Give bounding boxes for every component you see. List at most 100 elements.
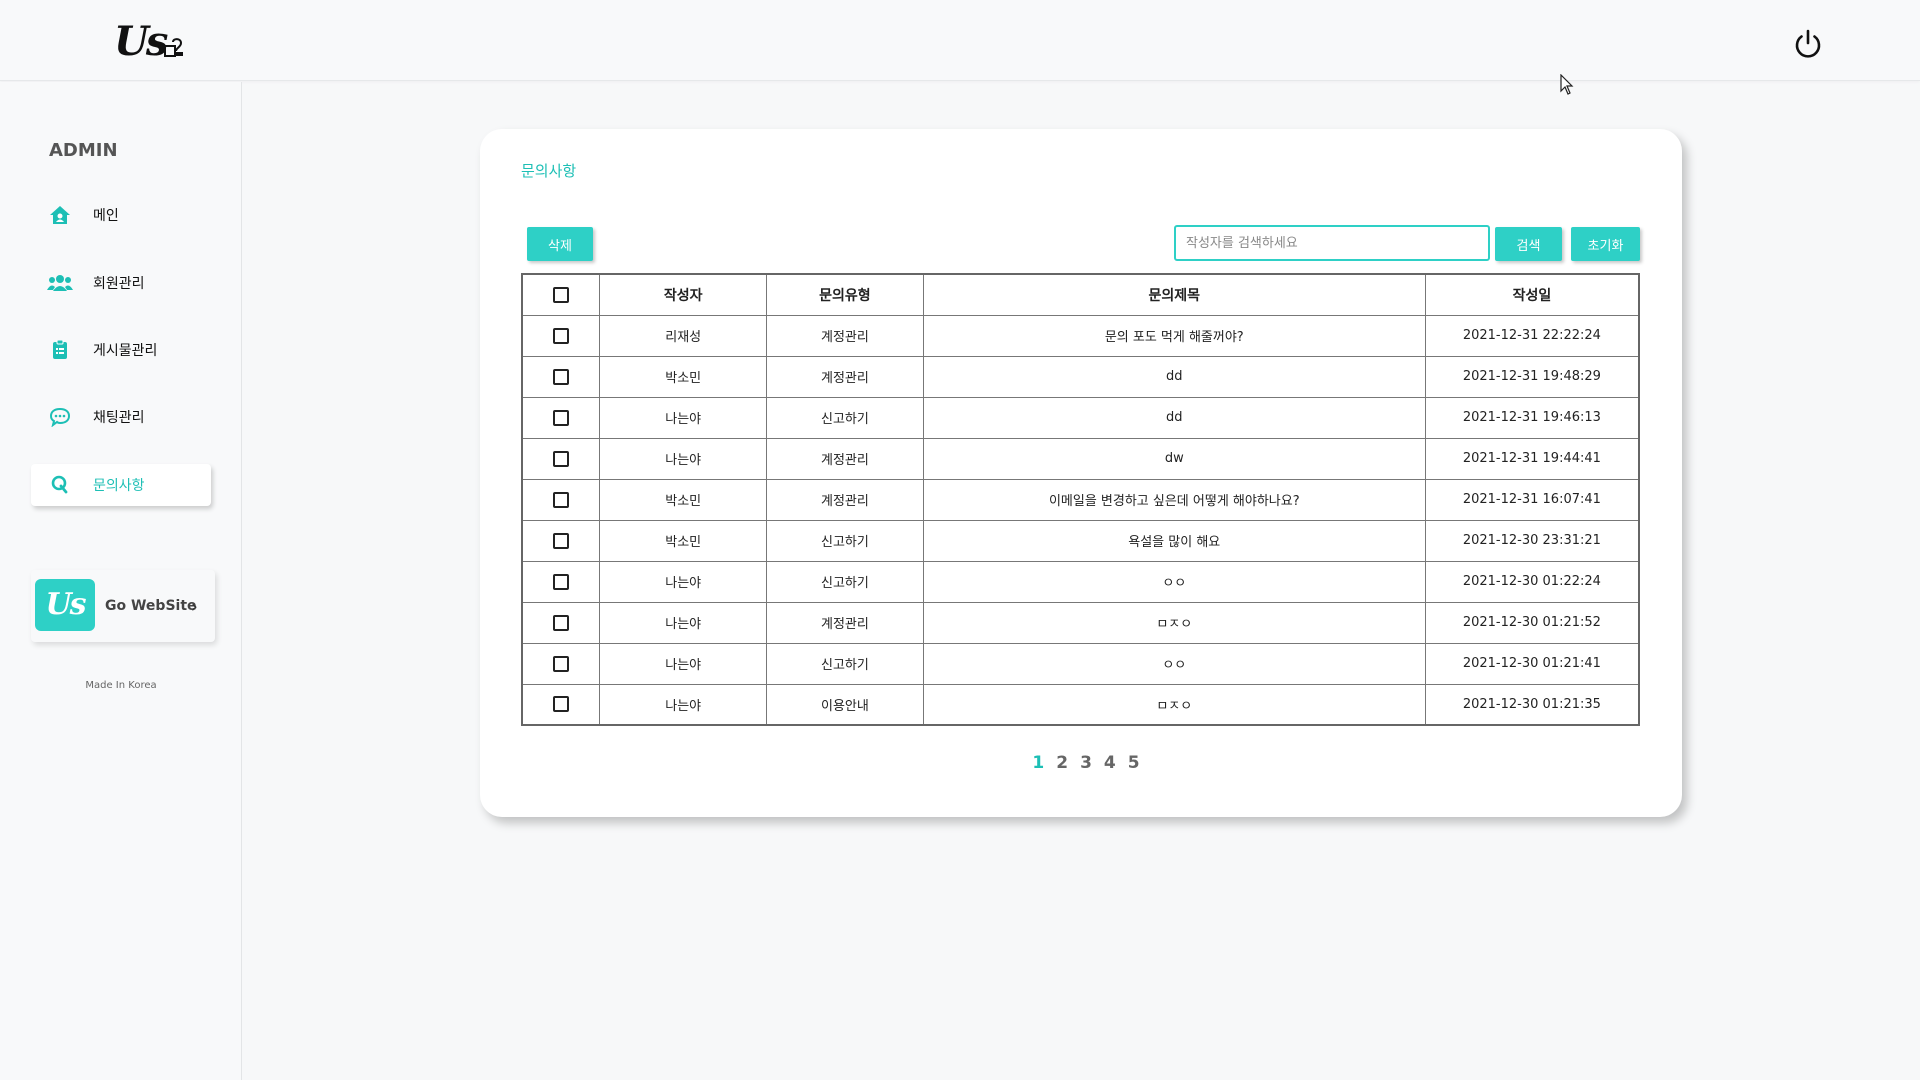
cell-date: 2021-12-31 19:46:13 xyxy=(1424,396,1640,439)
logo[interactable]: Us xyxy=(114,18,168,66)
sidebar-item-members[interactable]: 회원관리 xyxy=(31,262,211,304)
mouse-cursor-icon xyxy=(1560,74,1574,95)
cell-type: 신고하기 xyxy=(766,519,924,562)
table-row[interactable]: 박소민 계정관리 dd 2021-12-31 19:48:29 xyxy=(521,355,1640,398)
cell-date: 2021-12-30 01:22:24 xyxy=(1424,560,1640,603)
cell-title[interactable]: ㅇㅇ xyxy=(922,560,1426,603)
cell-title[interactable]: 욕설을 많이 해요 xyxy=(922,519,1426,562)
row-checkbox[interactable] xyxy=(553,368,570,385)
row-checkbox[interactable] xyxy=(553,573,570,590)
cell-author: 박소민 xyxy=(599,519,768,562)
cell-type: 신고하기 xyxy=(766,396,924,439)
q-icon xyxy=(47,474,73,496)
home-icon xyxy=(47,204,73,226)
sidebar-item-label: 채팅관리 xyxy=(93,410,145,426)
sidebar-title: ADMIN xyxy=(49,140,118,161)
table-row[interactable]: 나는야 신고하기 ㅇㅇ 2021-12-30 01:22:24 xyxy=(521,560,1640,603)
cell-type: 계정관리 xyxy=(766,601,924,644)
table-row[interactable]: 나는야 이용안내 ㅁㅈㅇ 2021-12-30 01:21:35 xyxy=(521,683,1640,726)
sidebar-item-inquiry[interactable]: 문의사항 xyxy=(31,464,211,506)
top-header: Us xyxy=(0,0,1920,81)
cell-author: 나는야 xyxy=(599,642,768,685)
table-row[interactable]: 리재성 계정관리 문의 포도 먹게 해줄꺼야? 2021-12-31 22:22… xyxy=(521,314,1640,357)
sidebar-item-label: 게시물관리 xyxy=(93,343,158,359)
row-checkbox[interactable] xyxy=(553,696,570,713)
row-checkbox[interactable] xyxy=(553,614,570,631)
sidebar-item-main[interactable]: 메인 xyxy=(31,194,211,236)
search-input[interactable] xyxy=(1174,225,1490,261)
go-website-logo: Us xyxy=(35,579,95,631)
table-row[interactable]: 나는야 계정관리 dw 2021-12-31 19:44:41 xyxy=(521,437,1640,480)
cell-author: 나는야 xyxy=(599,601,768,644)
page-link-4[interactable]: 4 xyxy=(1104,753,1116,773)
cell-author: 나는야 xyxy=(599,683,768,726)
column-header-type: 문의유형 xyxy=(766,273,924,316)
page-link-5[interactable]: 5 xyxy=(1128,753,1140,773)
cell-author: 나는야 xyxy=(599,396,768,439)
inquiry-card: 문의사항 삭제 검색 초기화 작성자 문의유형 문의제목 작성일 리재성 계정관… xyxy=(480,129,1682,817)
sidebar-item-label: 메인 xyxy=(93,208,119,224)
select-all-checkbox[interactable] xyxy=(553,286,570,303)
cell-date: 2021-12-31 19:44:41 xyxy=(1424,437,1640,480)
table-row[interactable]: 박소민 계정관리 이메일을 변경하고 싶은데 어떻게 해야하나요? 2021-1… xyxy=(521,478,1640,521)
cell-type: 신고하기 xyxy=(766,560,924,603)
go-website-button[interactable]: Us Go WebSite › xyxy=(31,570,215,642)
cell-type: 신고하기 xyxy=(766,642,924,685)
cell-title[interactable]: ㅇㅇ xyxy=(922,642,1426,685)
pagination: 1 2 3 4 5 xyxy=(480,753,1682,773)
row-checkbox[interactable] xyxy=(553,491,570,508)
chat-icon xyxy=(47,406,73,428)
cell-author: 박소민 xyxy=(599,478,768,521)
cell-title[interactable]: ㅁㅈㅇ xyxy=(922,601,1426,644)
page-link-3[interactable]: 3 xyxy=(1080,753,1092,773)
cell-title[interactable]: dw xyxy=(922,437,1426,480)
table-row[interactable]: 나는야 계정관리 ㅁㅈㅇ 2021-12-30 01:21:52 xyxy=(521,601,1640,644)
chevron-right-icon: › xyxy=(191,597,198,616)
table-row[interactable]: 나는야 신고하기 dd 2021-12-31 19:46:13 xyxy=(521,396,1640,439)
cell-date: 2021-12-30 01:21:35 xyxy=(1424,683,1640,726)
cell-title[interactable]: dd xyxy=(922,355,1426,398)
column-header-author: 작성자 xyxy=(599,273,768,316)
sidebar-item-label: 문의사항 xyxy=(93,478,145,494)
cell-date: 2021-12-30 23:31:21 xyxy=(1424,519,1640,562)
cell-date: 2021-12-30 01:21:52 xyxy=(1424,601,1640,644)
cell-type: 이용안내 xyxy=(766,683,924,726)
sidebar-item-chat[interactable]: 채팅관리 xyxy=(31,396,211,438)
sidebar-item-label: 회원관리 xyxy=(93,276,145,292)
row-checkbox[interactable] xyxy=(553,532,570,549)
sidebar-item-posts[interactable]: 게시물관리 xyxy=(31,329,211,371)
users-icon xyxy=(47,272,73,294)
column-header-date: 작성일 xyxy=(1424,273,1640,316)
cell-author: 박소민 xyxy=(599,355,768,398)
logo-mark-icon xyxy=(164,38,183,57)
search-button[interactable]: 검색 xyxy=(1495,227,1562,261)
cell-title[interactable]: dd xyxy=(922,396,1426,439)
page-link-1[interactable]: 1 xyxy=(1032,753,1044,773)
clipboard-icon xyxy=(47,339,73,361)
reset-button[interactable]: 초기화 xyxy=(1571,227,1640,261)
cell-type: 계정관리 xyxy=(766,355,924,398)
cell-author: 나는야 xyxy=(599,437,768,480)
cell-date: 2021-12-31 22:22:24 xyxy=(1424,314,1640,357)
table-row[interactable]: 나는야 신고하기 ㅇㅇ 2021-12-30 01:21:41 xyxy=(521,642,1640,685)
table-row[interactable]: 박소민 신고하기 욕설을 많이 해요 2021-12-30 23:31:21 xyxy=(521,519,1640,562)
row-checkbox[interactable] xyxy=(553,450,570,467)
cell-title[interactable]: 이메일을 변경하고 싶은데 어떻게 해야하나요? xyxy=(922,478,1426,521)
cell-date: 2021-12-31 16:07:41 xyxy=(1424,478,1640,521)
inquiry-table: 작성자 문의유형 문의제목 작성일 리재성 계정관리 문의 포도 먹게 해줄꺼야… xyxy=(521,273,1640,726)
cell-type: 계정관리 xyxy=(766,437,924,480)
made-in-korea-text: Made In Korea xyxy=(85,680,157,691)
row-checkbox[interactable] xyxy=(553,655,570,672)
cell-type: 계정관리 xyxy=(766,478,924,521)
page-link-2[interactable]: 2 xyxy=(1056,753,1068,773)
sidebar: ADMIN 메인 회원관리 게시물관리 채팅관리 문의사항 Us Go WebS… xyxy=(0,82,242,1080)
row-checkbox[interactable] xyxy=(553,409,570,426)
power-icon[interactable] xyxy=(1792,28,1824,60)
cell-author: 나는야 xyxy=(599,560,768,603)
cell-title[interactable]: ㅁㅈㅇ xyxy=(922,683,1426,726)
cell-title[interactable]: 문의 포도 먹게 해줄꺼야? xyxy=(922,314,1426,357)
go-website-label: Go WebSite xyxy=(105,598,197,614)
row-checkbox[interactable] xyxy=(553,327,570,344)
delete-button[interactable]: 삭제 xyxy=(527,227,593,261)
cell-date: 2021-12-31 19:48:29 xyxy=(1424,355,1640,398)
